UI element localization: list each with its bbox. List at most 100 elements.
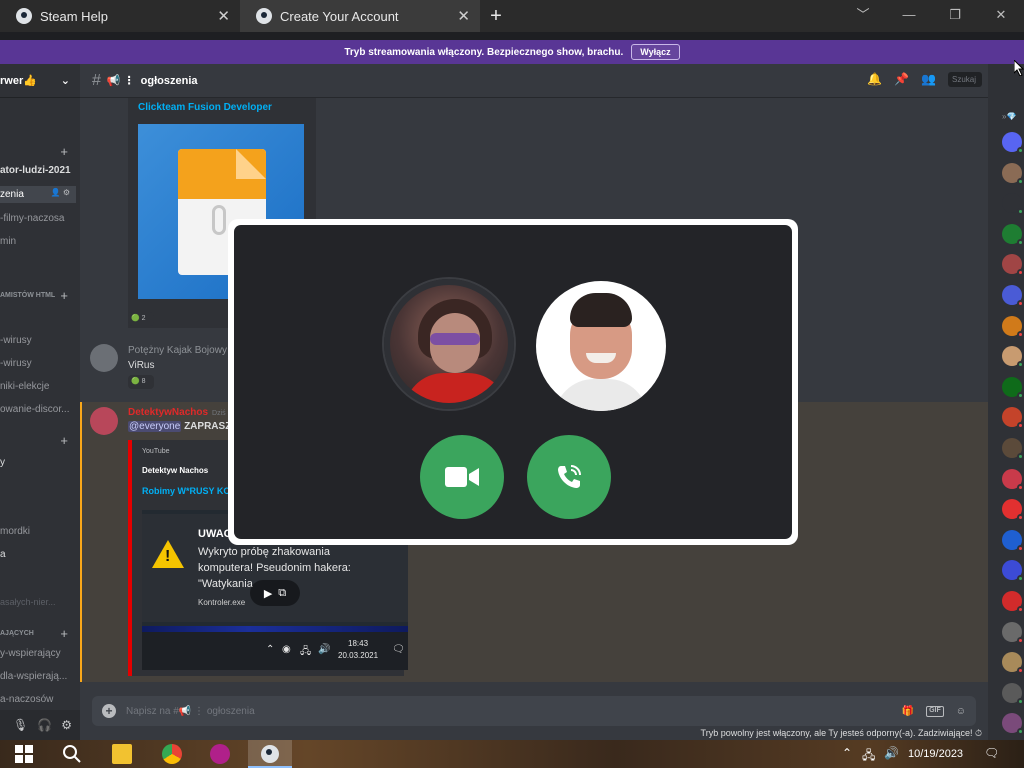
- sidebar-channel[interactable]: -wirusy: [0, 335, 32, 346]
- pin-icon[interactable]: 📌: [894, 72, 909, 87]
- emoji-icon[interactable]: ☺: [956, 706, 966, 717]
- embed-author[interactable]: Detektyw Nachos: [142, 466, 208, 475]
- add-channel-icon[interactable]: +: [60, 433, 68, 448]
- sidebar-channel[interactable]: niki-elekcje: [0, 381, 49, 392]
- sidebar-channel[interactable]: ator-ludzi-2021: [0, 165, 71, 176]
- chrome-icon[interactable]: [162, 744, 182, 764]
- member-avatar[interactable]: [1002, 499, 1024, 522]
- file-explorer-icon[interactable]: [112, 744, 132, 764]
- notification-icon[interactable]: 🗨: [984, 746, 999, 760]
- minimize-button[interactable]: —: [886, 0, 932, 32]
- member-avatar[interactable]: [1002, 682, 1024, 705]
- member-avatar[interactable]: [1002, 315, 1024, 338]
- member-avatar[interactable]: [1002, 254, 1024, 277]
- member-avatar[interactable]: [1002, 591, 1024, 613]
- video-taskbar: ⌃ ◉ 🖧 🔊 18:43 20.03.2021 🗨: [142, 632, 408, 670]
- search-input[interactable]: Szukaj: [948, 72, 982, 87]
- gear-icon[interactable]: 👤 ⚙: [51, 188, 70, 197]
- window-controls: ﹀ — ❐ ✕: [840, 0, 1024, 32]
- tab-steam-help[interactable]: Steam Help ✕: [0, 0, 240, 32]
- everyone-mention[interactable]: @everyone: [128, 421, 182, 432]
- chevron-up-icon[interactable]: ⌃: [842, 746, 852, 760]
- member-avatar[interactable]: [1002, 223, 1024, 246]
- caller-avatar[interactable]: [384, 279, 514, 409]
- member-avatar[interactable]: [1002, 468, 1024, 491]
- member-avatar[interactable]: [1002, 132, 1024, 154]
- microphone-icon[interactable]: 🎙: [13, 718, 28, 732]
- member-avatar[interactable]: [1002, 285, 1024, 307]
- sidebar-channel[interactable]: dla-wspierają...: [0, 671, 67, 682]
- sidebar-channel[interactable]: owanie-discor...: [0, 404, 69, 415]
- gif-button[interactable]: GIF: [926, 705, 944, 717]
- callee-avatar[interactable]: [536, 281, 666, 411]
- member-avatar[interactable]: [1002, 376, 1024, 399]
- maximize-button[interactable]: ❐: [932, 0, 978, 32]
- taskbar-date[interactable]: 10/19/2023: [908, 748, 963, 760]
- author-name: DetektywNachos: [128, 407, 209, 418]
- headphones-icon[interactable]: 🎧: [37, 718, 52, 732]
- member-avatar[interactable]: [1002, 407, 1024, 430]
- member-avatar[interactable]: [1002, 193, 1024, 216]
- gift-icon[interactable]: 🎁: [902, 706, 914, 717]
- channel-category[interactable]: AMISTÓW HTML: [0, 292, 55, 299]
- embed-title-link[interactable]: Robimy W*RUSY KO: [142, 486, 230, 496]
- windows-start-icon[interactable]: [14, 744, 34, 764]
- sidebar-channel[interactable]: mordki: [0, 526, 30, 537]
- member-avatar[interactable]: [1002, 652, 1024, 675]
- search-icon[interactable]: [62, 744, 82, 764]
- add-attachment-icon[interactable]: +: [102, 704, 116, 718]
- sidebar-channel[interactable]: -filmy-naczosa: [0, 213, 64, 224]
- add-channel-icon[interactable]: +: [60, 288, 68, 303]
- video-call-button[interactable]: [420, 435, 504, 519]
- members-icon[interactable]: 👥: [921, 72, 936, 87]
- new-tab-button[interactable]: +: [480, 5, 512, 28]
- gear-icon[interactable]: ⚙: [61, 718, 72, 732]
- add-channel-icon[interactable]: +: [60, 144, 68, 159]
- avatar[interactable]: [90, 407, 118, 435]
- sidebar-channel-selected[interactable]: zenia 👤 ⚙: [0, 186, 76, 203]
- tab-list-button[interactable]: ﹀: [840, 0, 886, 32]
- server-header[interactable]: rwer👍 ⌄: [0, 64, 80, 98]
- channel-category[interactable]: AJĄCYCH: [0, 630, 34, 637]
- sidebar-channel[interactable]: asałych-nier...: [0, 597, 56, 607]
- add-channel-icon[interactable]: +: [60, 626, 68, 641]
- voice-call-button[interactable]: [527, 435, 611, 519]
- member-avatar[interactable]: [1002, 162, 1024, 185]
- member-avatar[interactable]: [1002, 529, 1024, 552]
- message-composer[interactable]: + Napisz na #📢 ⋮ ogłoszenia 🎁 GIF ☺: [92, 696, 976, 726]
- composer-tools: 🎁 GIF ☺: [902, 705, 966, 717]
- bell-icon[interactable]: 🔔: [867, 72, 882, 87]
- member-avatar[interactable]: [1002, 438, 1024, 460]
- tab-close-button[interactable]: ✕: [217, 7, 230, 25]
- avatar[interactable]: [90, 344, 118, 372]
- app-icon[interactable]: [210, 744, 230, 764]
- video-filename: Kontroler.exe: [198, 598, 246, 607]
- slowmode-notice: Tryb powolny jest włączony, ale Ty jeste…: [700, 728, 982, 738]
- channel-label: zenia: [0, 189, 24, 200]
- member-avatar[interactable]: [1002, 346, 1024, 369]
- reaction-badge[interactable]: 🟢 8: [128, 375, 154, 389]
- disable-streamer-mode-button[interactable]: Wyłącz: [631, 44, 680, 60]
- message-author[interactable]: Potężny Kajak Bojowy: [128, 345, 227, 356]
- member-avatar[interactable]: [1002, 560, 1024, 583]
- composer-input[interactable]: Napisz na #📢 ⋮ ogłoszenia: [126, 706, 255, 717]
- embed-title-link[interactable]: Clickteam Fusion Developer: [138, 102, 272, 113]
- close-window-button[interactable]: ✕: [978, 0, 1024, 32]
- tab-close-button[interactable]: ✕: [457, 7, 470, 25]
- network-icon[interactable]: 🖧: [862, 746, 875, 767]
- reaction-badge[interactable]: 🟢 2: [128, 312, 154, 326]
- sidebar-channel[interactable]: a-naczosów: [0, 694, 53, 705]
- sidebar-channel[interactable]: -wirusy: [0, 358, 32, 369]
- play-button[interactable]: ▶ ⧉: [250, 580, 300, 606]
- sidebar-channel[interactable]: min: [0, 236, 16, 247]
- sidebar-channel[interactable]: y: [0, 457, 5, 468]
- member-avatar[interactable]: [1002, 713, 1024, 736]
- volume-icon[interactable]: 🔊: [884, 746, 899, 760]
- browser-tab-bar: Steam Help ✕ Create Your Account ✕ + ﹀ —…: [0, 0, 1024, 32]
- message-author[interactable]: DetektywNachos Dziś o: [128, 407, 231, 418]
- taskbar-active-app[interactable]: [248, 740, 292, 768]
- sidebar-channel[interactable]: a: [0, 549, 6, 560]
- tab-create-account[interactable]: Create Your Account ✕: [240, 0, 480, 32]
- sidebar-channel[interactable]: y-wspierający: [0, 648, 61, 659]
- member-avatar[interactable]: [1002, 621, 1024, 644]
